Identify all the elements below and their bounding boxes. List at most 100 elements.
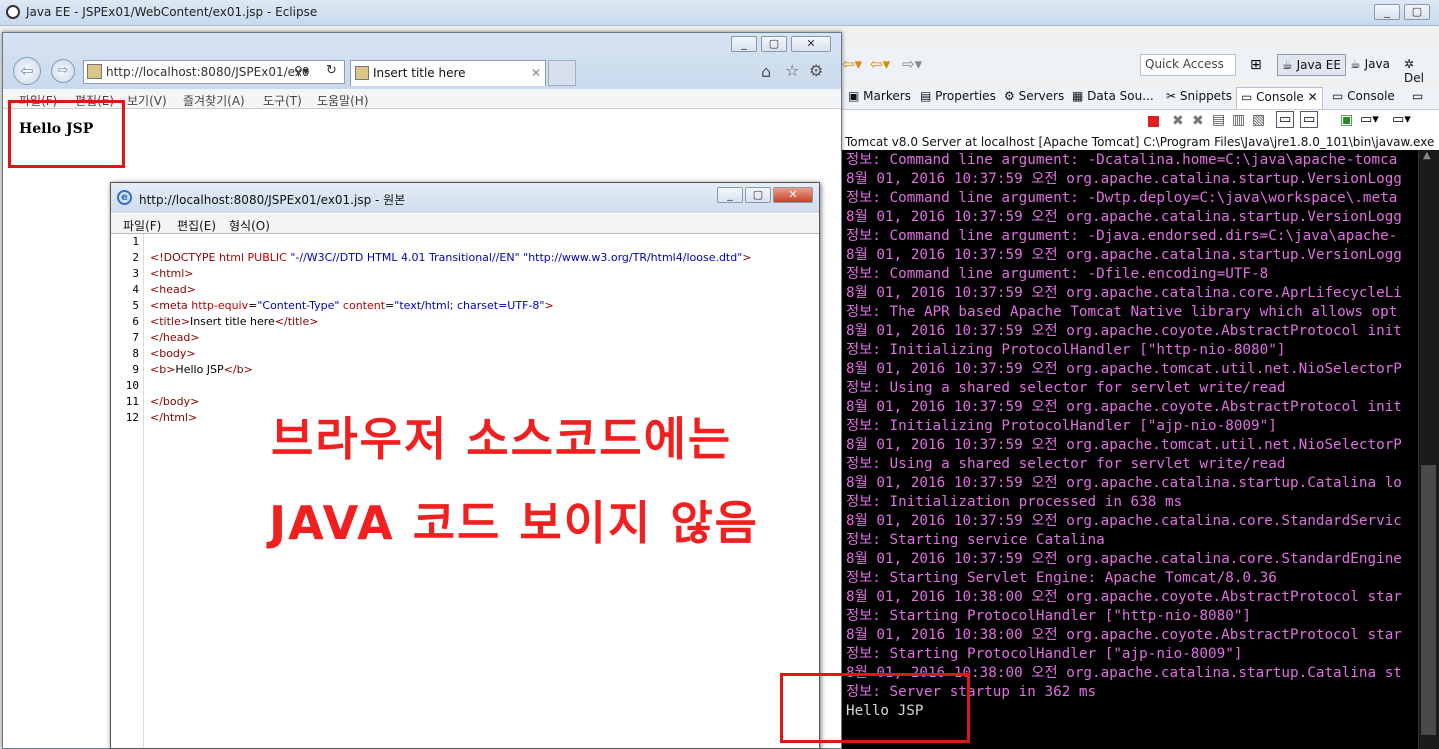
source-minimize-button[interactable]: _ bbox=[717, 187, 743, 203]
scrollbar-thumb[interactable] bbox=[1421, 465, 1436, 735]
browser-tab[interactable]: Insert title here ✕ bbox=[350, 60, 546, 86]
eclipse-menu-strip bbox=[840, 26, 1439, 50]
debug-perspective-icon: ✲ bbox=[1404, 57, 1415, 71]
minimize-view-icon[interactable]: ▭ bbox=[1412, 89, 1423, 103]
menu-edit[interactable]: 편집(E) bbox=[177, 217, 216, 234]
back-button[interactable]: ⇦ bbox=[13, 57, 41, 85]
tab-data-source[interactable]: ▦ Data Sou... bbox=[1070, 89, 1156, 103]
browser-menu-bar: 파일(F) 편집(E) 보기(V) 즐겨찾기(A) 도구(T) 도움말(H) bbox=[3, 89, 841, 109]
java-perspective-icon: ☕ bbox=[1350, 57, 1361, 71]
gear-icon[interactable]: ⚙ bbox=[809, 61, 823, 80]
maximize-button[interactable]: ▢ bbox=[1404, 4, 1430, 20]
open-console-icon[interactable]: ▭▾ bbox=[1392, 112, 1411, 127]
word-wrap-icon[interactable]: ▧ bbox=[1252, 112, 1265, 128]
line-number: 12 bbox=[125, 411, 139, 424]
next-nav-icon[interactable]: ⇨▾ bbox=[902, 55, 922, 73]
browser-maximize-button[interactable]: ▢ bbox=[761, 36, 787, 52]
forward-arrow-icon: ⇨ bbox=[57, 63, 69, 78]
source-title-bar: e http://localhost:8080/JSPEx01/ex01.jsp… bbox=[111, 183, 819, 213]
snippets-icon: ✂ bbox=[1166, 89, 1177, 103]
console-line: 정보: Initializing ProtocolHandler ["http-… bbox=[846, 342, 1286, 358]
display-console-icon[interactable]: ▭▾ bbox=[1360, 112, 1379, 127]
back-nav-icon[interactable]: ⇦▾ bbox=[842, 55, 862, 73]
console-line: 정보: Using a shared selector for servlet … bbox=[846, 456, 1286, 472]
address-bar[interactable]: http://localhost:8080/JSPEx01/ex0 ⚲▾ ↻ bbox=[83, 60, 345, 84]
show-stdout-icon[interactable]: ▭ bbox=[1276, 111, 1295, 128]
tab-console-active[interactable]: ▭ Console ✕ bbox=[1236, 87, 1323, 109]
console-line: 정보: Using a shared selector for servlet … bbox=[846, 380, 1286, 396]
home-icon[interactable]: ⌂ bbox=[761, 62, 771, 81]
servers-icon: ⚙ bbox=[1004, 89, 1015, 103]
perspective-label: Del bbox=[1404, 71, 1424, 85]
remove-launch-icon[interactable]: ✖ bbox=[1172, 113, 1184, 129]
tab-console-2[interactable]: ▭ Console bbox=[1330, 89, 1397, 103]
console-line: 정보: Starting ProtocolHandler ["ajp-nio-8… bbox=[846, 646, 1243, 662]
scroll-lock-icon[interactable]: ▥ bbox=[1232, 112, 1245, 128]
clear-console-icon[interactable]: ▤ bbox=[1212, 112, 1225, 128]
source-maximize-button[interactable]: ▢ bbox=[745, 187, 771, 203]
open-perspective-icon[interactable]: ⊞ bbox=[1250, 57, 1262, 73]
tab-page-icon bbox=[355, 66, 369, 80]
new-tab-button[interactable] bbox=[548, 60, 576, 86]
line-number: 5 bbox=[132, 299, 139, 312]
console-line: 8월 01, 2016 10:37:59 오전 org.apache.catal… bbox=[846, 551, 1402, 567]
tab-close-icon[interactable]: ✕ bbox=[531, 66, 541, 80]
close-icon[interactable]: ✕ bbox=[1308, 90, 1318, 104]
refresh-icon[interactable]: ↻ bbox=[326, 63, 337, 78]
console-toolbar: ✖ ✖ ▤ ▥ ▧ ▭ ▭ ▣ ▭▾ ▭▾ bbox=[840, 110, 1439, 136]
tab-label: Properties bbox=[935, 89, 996, 103]
quick-access-input[interactable]: Quick Access bbox=[1140, 54, 1236, 76]
console-line: 정보: Command line argument: -Dwtp.deploy=… bbox=[846, 190, 1398, 206]
menu-help[interactable]: 도움말(H) bbox=[317, 92, 369, 109]
tab-servers[interactable]: ⚙ Servers bbox=[1002, 89, 1066, 103]
menu-file[interactable]: 파일(F) bbox=[123, 217, 161, 234]
browser-minimize-button[interactable]: _ bbox=[731, 36, 757, 52]
line-number: 4 bbox=[132, 283, 139, 296]
tab-markers[interactable]: ▣ Markers bbox=[846, 89, 913, 103]
line-number: 3 bbox=[132, 267, 139, 280]
scroll-up-icon[interactable]: ▲ bbox=[1423, 150, 1431, 161]
menu-format[interactable]: 형식(O) bbox=[229, 217, 270, 234]
perspective-label: Java EE bbox=[1296, 58, 1341, 72]
ie-logo-icon: e bbox=[117, 190, 132, 205]
minimize-button[interactable]: _ bbox=[1374, 4, 1400, 20]
browser-close-button[interactable]: ✕ bbox=[791, 36, 831, 52]
console-line: 8월 01, 2016 10:37:59 오전 org.apache.catal… bbox=[846, 247, 1402, 263]
highlight-box-browser bbox=[8, 100, 125, 168]
search-icon[interactable]: ⚲▾ bbox=[294, 64, 309, 78]
console-icon: ▭ bbox=[1332, 89, 1344, 103]
console-line: 정보: Command line argument: -Dfile.encodi… bbox=[846, 266, 1269, 282]
line-number: 2 bbox=[132, 251, 139, 264]
show-stderr-icon[interactable]: ▭ bbox=[1300, 111, 1319, 128]
console-line: 8월 01, 2016 10:37:59 오전 org.apache.catal… bbox=[846, 475, 1402, 491]
console-line: 8월 01, 2016 10:37:59 오전 org.apache.catal… bbox=[846, 171, 1402, 187]
line-number-gutter: 1 2 3 4 5 6 7 8 9 10 11 12 bbox=[111, 234, 144, 748]
eclipse-logo-icon bbox=[6, 5, 20, 19]
menu-tools[interactable]: 도구(T) bbox=[263, 92, 302, 109]
view-tab-bar: ▣ Markers ▤ Properties ⚙ Servers ▦ Data … bbox=[840, 86, 1439, 110]
pin-console-icon[interactable]: ▣ bbox=[1340, 112, 1353, 128]
forward-button[interactable]: ⇨ bbox=[51, 59, 75, 83]
tab-properties[interactable]: ▤ Properties bbox=[918, 89, 998, 103]
address-url: http://localhost:8080/JSPEx01/ex0 bbox=[106, 65, 310, 79]
console-line: 정보: Initializing ProtocolHandler ["ajp-n… bbox=[846, 418, 1277, 434]
menu-favorites[interactable]: 즐겨찾기(A) bbox=[183, 92, 245, 109]
remove-all-icon[interactable]: ✖ bbox=[1192, 113, 1204, 129]
source-close-button[interactable]: ✕ bbox=[773, 187, 813, 203]
terminate-icon[interactable] bbox=[1148, 116, 1159, 127]
line-number: 10 bbox=[125, 379, 139, 392]
back-arrow-icon: ⇦ bbox=[20, 61, 34, 80]
console-line: 8월 01, 2016 10:37:59 오전 org.apache.tomca… bbox=[846, 361, 1402, 377]
data-source-icon: ▦ bbox=[1072, 89, 1084, 103]
source-title: http://localhost:8080/JSPEx01/ex01.jsp -… bbox=[139, 193, 406, 207]
perspective-debug[interactable]: ✲ Del bbox=[1400, 54, 1439, 85]
line-number: 6 bbox=[132, 315, 139, 328]
favorites-star-icon[interactable]: ☆ bbox=[785, 61, 799, 80]
tab-snippets[interactable]: ✂ Snippets bbox=[1164, 89, 1234, 103]
source-code[interactable]: <!DOCTYPE html PUBLIC "-//W3C//DTD HTML … bbox=[150, 234, 810, 426]
perspective-javaee[interactable]: ☕ Java EE bbox=[1277, 54, 1346, 76]
perspective-java[interactable]: ☕ Java bbox=[1346, 54, 1394, 76]
console-header: Tomcat v8.0 Server at localhost [Apache … bbox=[840, 134, 1439, 150]
menu-view[interactable]: 보기(V) bbox=[127, 92, 167, 109]
forward-nav-icon[interactable]: ⇦▾ bbox=[870, 55, 890, 73]
